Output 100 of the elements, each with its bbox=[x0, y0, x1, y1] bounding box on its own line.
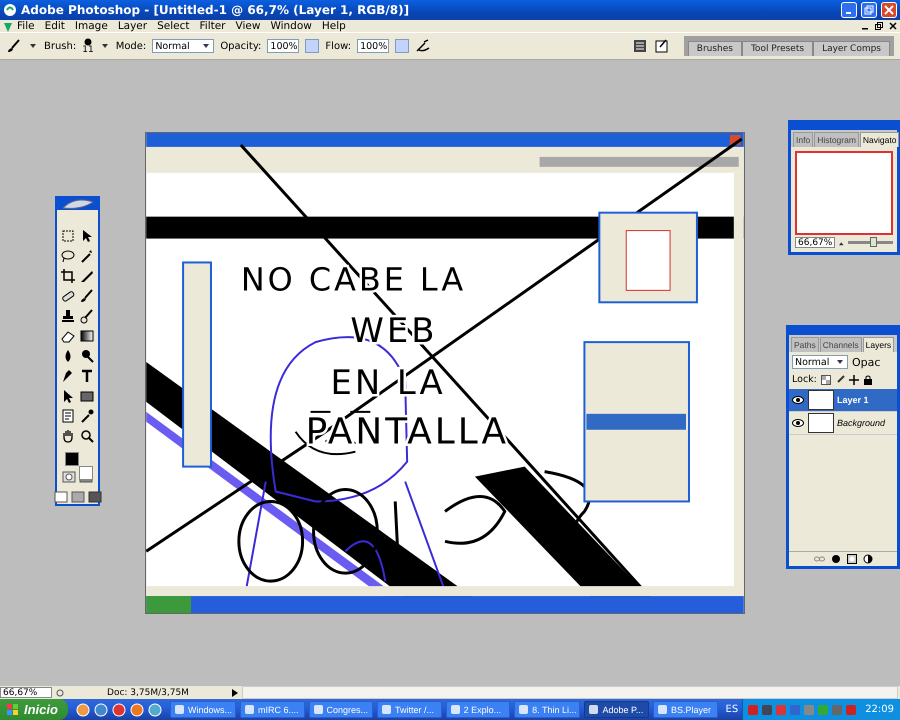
play-icon bbox=[231, 688, 239, 698]
language-indicator[interactable]: ES bbox=[726, 704, 738, 715]
menu-item[interactable]: Help bbox=[318, 20, 352, 32]
app-icon bbox=[3, 20, 13, 32]
note-icon bbox=[60, 408, 76, 424]
mode-dropdown[interactable]: Normal bbox=[152, 39, 214, 53]
eye-icon[interactable] bbox=[792, 396, 804, 404]
taskbar-button[interactable]: Windows... bbox=[170, 701, 236, 718]
window-icon bbox=[174, 704, 185, 715]
taskbar-button[interactable]: Adobe P... bbox=[584, 701, 649, 718]
taskbar-button[interactable]: Twitter /... bbox=[377, 701, 442, 718]
tray-icon bbox=[845, 704, 858, 716]
restore-button[interactable] bbox=[861, 2, 877, 18]
checker-icon bbox=[820, 374, 831, 384]
palette-tab[interactable]: Layer Comps bbox=[813, 41, 890, 56]
app-icon bbox=[3, 3, 17, 17]
taskbar-button[interactable]: mIRC 6.... bbox=[240, 701, 304, 718]
blend-mode-dropdown[interactable]: Normal bbox=[792, 355, 848, 369]
close-icon bbox=[889, 22, 897, 30]
layer-name: Background bbox=[837, 418, 886, 428]
taskbar-button[interactable]: 2 Explo... bbox=[446, 701, 510, 718]
flow-label: Flow: bbox=[325, 40, 352, 52]
tray-icon bbox=[747, 704, 760, 716]
close-icon bbox=[884, 5, 894, 15]
menu-item[interactable]: Select bbox=[153, 20, 196, 32]
opacity-field[interactable]: 100% bbox=[267, 39, 300, 53]
horizontal-scrollbar[interactable] bbox=[242, 686, 898, 699]
taskbar-button[interactable]: 8. Thin Li... bbox=[514, 701, 580, 718]
panel-tab[interactable]: Histogram bbox=[814, 132, 859, 147]
taskbar-button[interactable]: Congres... bbox=[308, 701, 374, 718]
zoom-field[interactable]: 66,67% bbox=[795, 237, 836, 248]
adjustment-icon bbox=[862, 554, 872, 564]
tray-icon bbox=[803, 704, 816, 716]
brush-tip-icon bbox=[84, 38, 92, 46]
flow-field[interactable]: 100% bbox=[357, 39, 390, 53]
palette-icon bbox=[632, 38, 648, 54]
window-icon bbox=[656, 704, 668, 715]
layer-name: Layer 1 bbox=[837, 395, 869, 405]
document-icon bbox=[654, 38, 670, 54]
slider-thumb[interactable] bbox=[870, 237, 877, 247]
screen-mode-icon bbox=[54, 490, 68, 504]
history-brush-icon bbox=[79, 308, 95, 324]
minimize-button[interactable] bbox=[841, 2, 857, 18]
type-icon bbox=[79, 368, 95, 384]
zoom-field[interactable]: 66,67% bbox=[0, 687, 52, 698]
close-button[interactable] bbox=[881, 2, 897, 18]
tray-icon bbox=[761, 704, 774, 716]
layer-thumbnail bbox=[808, 413, 834, 433]
stamp-icon bbox=[60, 308, 76, 324]
panel-tab[interactable]: Navigato bbox=[860, 132, 900, 147]
menu-item[interactable]: Layer bbox=[114, 20, 154, 32]
eye-icon[interactable] bbox=[792, 419, 804, 427]
brush-label: Brush: bbox=[44, 40, 76, 52]
wand-icon bbox=[79, 248, 95, 264]
window-icon bbox=[588, 704, 600, 715]
link-icon bbox=[814, 555, 824, 563]
menu-item[interactable]: File bbox=[13, 20, 41, 32]
taskbar-button[interactable]: BS.Player bbox=[652, 701, 718, 718]
dodge-icon bbox=[79, 348, 95, 364]
window-icon bbox=[381, 704, 392, 715]
gradient-icon bbox=[79, 328, 95, 344]
move-icon bbox=[848, 374, 859, 384]
window-icon bbox=[312, 704, 324, 715]
lock-label: Lock: bbox=[792, 374, 817, 385]
layer-row[interactable]: Layer 1 bbox=[789, 389, 897, 412]
menu-item[interactable]: View bbox=[232, 20, 266, 32]
window-icon bbox=[518, 704, 530, 715]
background-color-swatch[interactable] bbox=[78, 466, 92, 480]
eyedropper-icon bbox=[79, 408, 95, 424]
marquee-icon bbox=[60, 228, 76, 244]
menu-item[interactable]: Filter bbox=[196, 20, 232, 32]
panel-tab[interactable]: Info bbox=[793, 132, 814, 147]
menu-item[interactable]: Edit bbox=[40, 20, 71, 32]
palette-tab[interactable]: Tool Presets bbox=[742, 41, 814, 56]
menu-item[interactable]: Window bbox=[266, 20, 318, 32]
clock: 22:09 bbox=[865, 704, 894, 715]
lock-icon bbox=[862, 374, 873, 384]
airbrush-icon bbox=[415, 38, 432, 54]
panel-tab[interactable]: Channels bbox=[820, 337, 862, 352]
panel-tab[interactable]: Layers bbox=[862, 337, 894, 352]
windows-logo-icon bbox=[6, 702, 20, 716]
foreground-color-swatch[interactable] bbox=[64, 452, 78, 466]
tray-icon bbox=[831, 704, 844, 716]
mode-label: Mode: bbox=[116, 40, 146, 52]
brush-size: 11 bbox=[82, 46, 94, 54]
screen-mode-icon bbox=[88, 490, 102, 504]
window-title: Adobe Photoshop - [Untitled-1 @ 66,7% (Layer 1, RGB/8)] bbox=[21, 3, 410, 17]
feather-icon bbox=[61, 198, 95, 210]
screen-mode-icon bbox=[70, 490, 84, 504]
menu-item[interactable]: Image bbox=[70, 20, 114, 32]
mask-mode-icon bbox=[62, 470, 76, 484]
layer-row[interactable]: Background bbox=[789, 412, 897, 435]
lasso-icon bbox=[60, 248, 76, 264]
palette-tab[interactable]: Brushes bbox=[688, 41, 742, 56]
tray-icon bbox=[817, 704, 830, 716]
panel-tab[interactable]: Paths bbox=[791, 337, 819, 352]
window-icon bbox=[244, 704, 255, 715]
opacity-label: Opac bbox=[852, 356, 880, 368]
layer-thumbnail bbox=[808, 390, 834, 410]
start-button[interactable]: Inicio bbox=[0, 699, 68, 720]
